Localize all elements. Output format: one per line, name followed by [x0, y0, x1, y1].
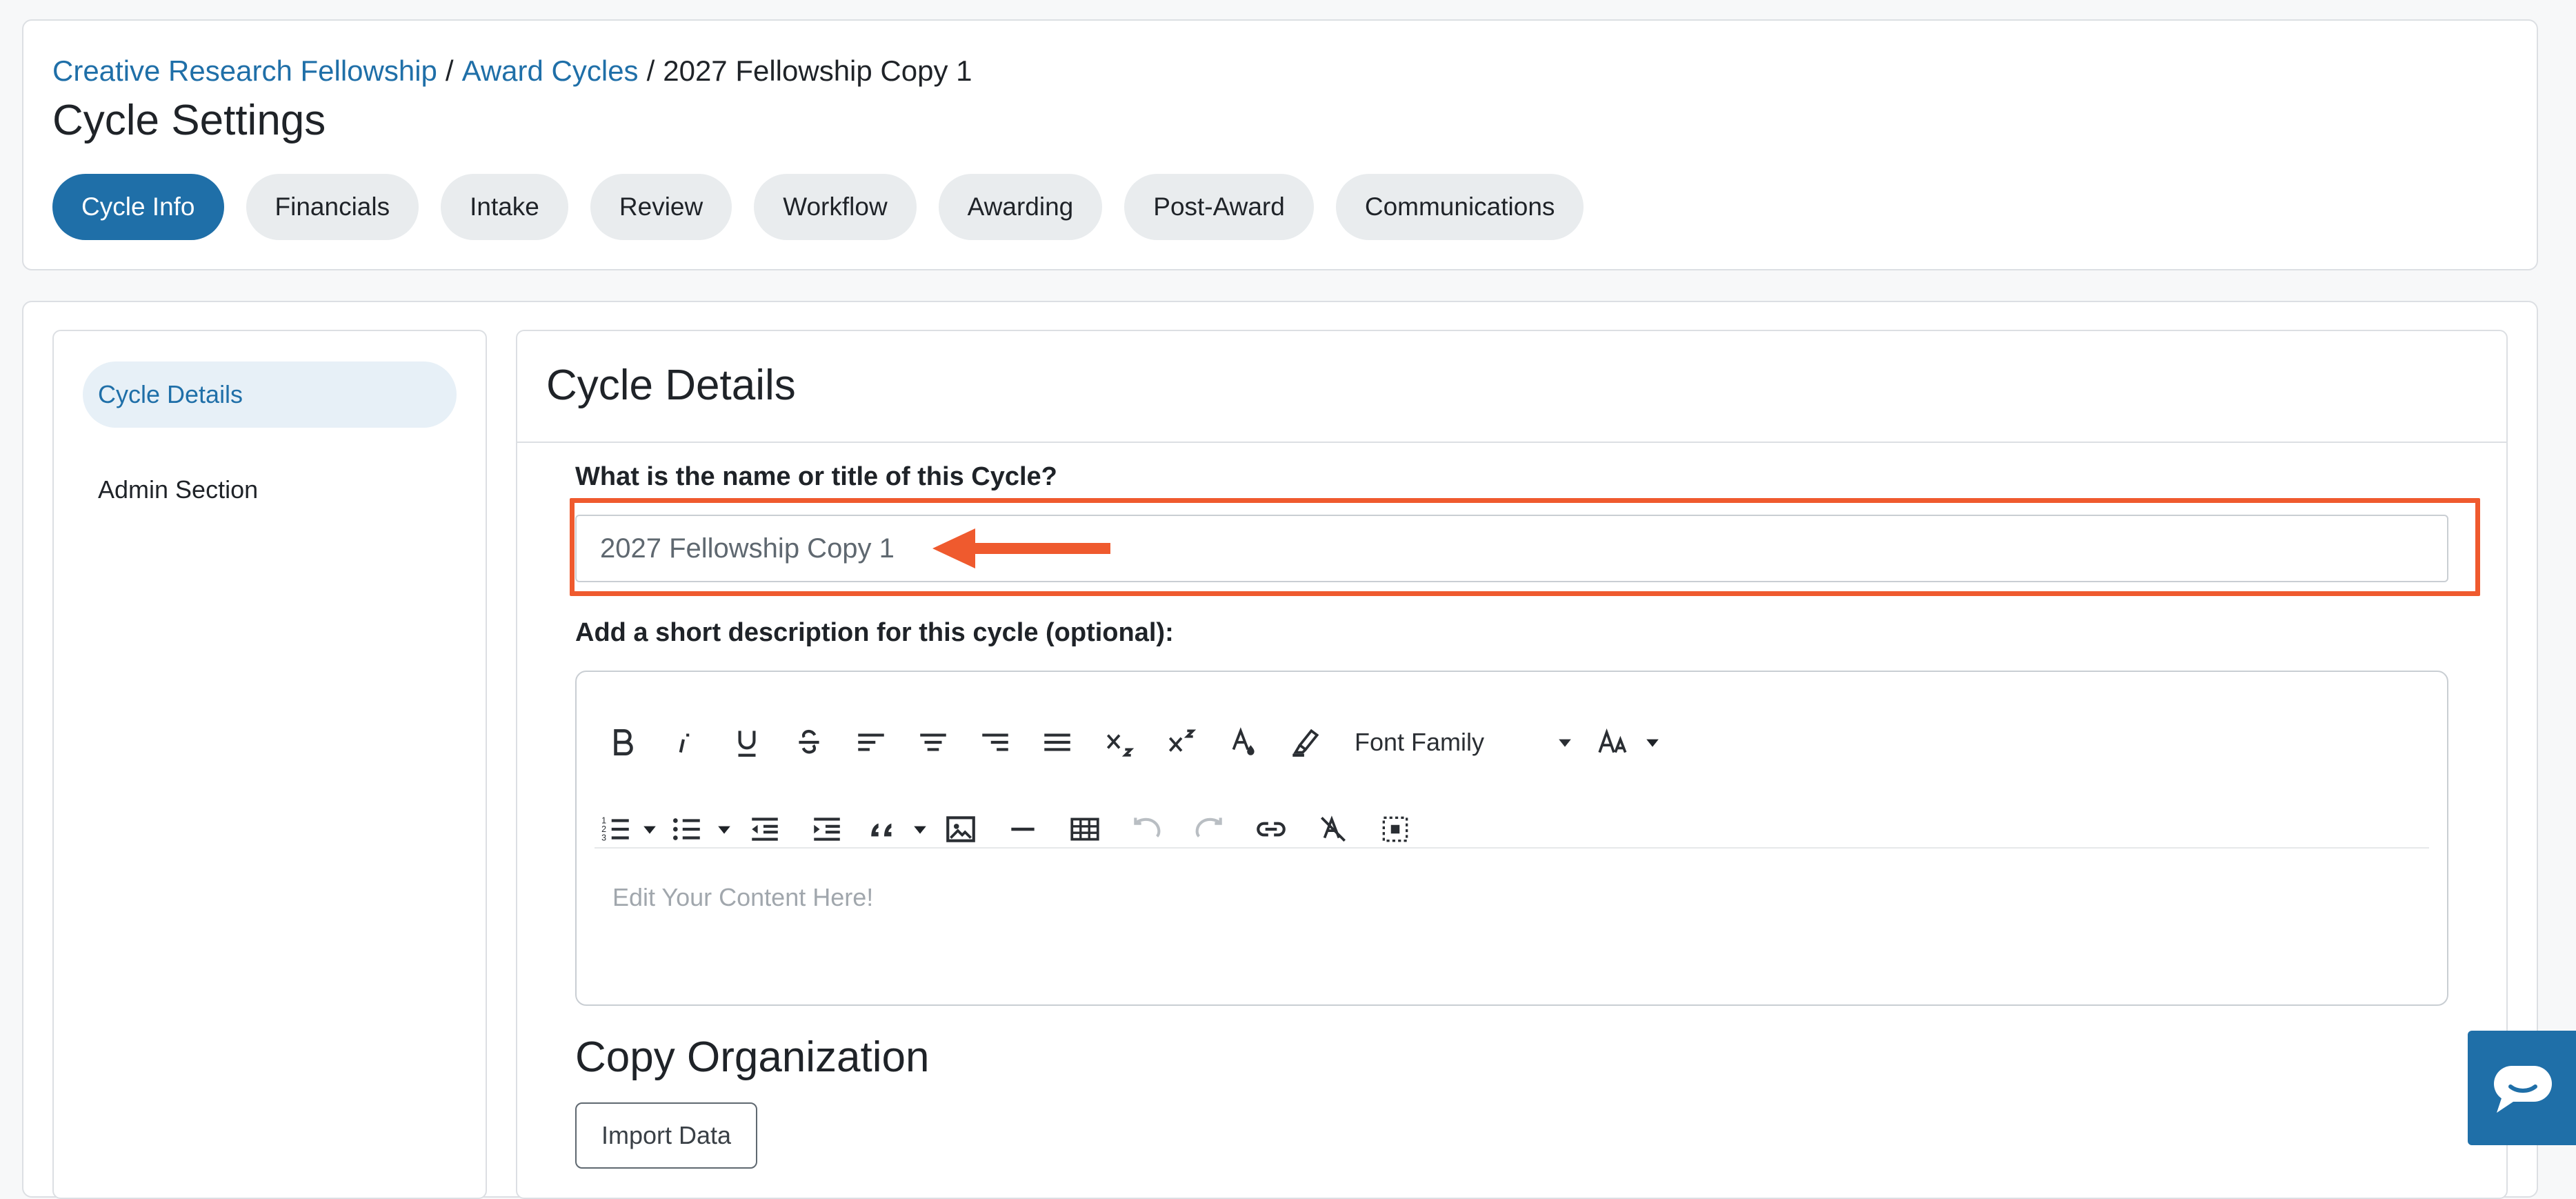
sidebar-item-cycle-details[interactable]: Cycle Details: [83, 361, 457, 428]
chat-icon: [2494, 1066, 2552, 1113]
tab-financials[interactable]: Financials: [246, 174, 419, 240]
sidebar-item-admin-section[interactable]: Admin Section: [83, 457, 457, 523]
superscript-icon[interactable]: [1150, 713, 1212, 771]
undo-icon[interactable]: [1116, 800, 1178, 858]
clear-formatting-icon[interactable]: [1302, 800, 1364, 858]
outdent-icon[interactable]: [734, 800, 796, 858]
text-color-icon[interactable]: [1212, 713, 1275, 771]
editor-toolbar-row-1: Font Family: [592, 713, 1662, 771]
align-right-icon[interactable]: [964, 713, 1026, 771]
align-left-icon[interactable]: [840, 713, 902, 771]
highlight-box: [570, 498, 2480, 596]
breadcrumb-separator: /: [445, 54, 454, 87]
image-icon[interactable]: [930, 800, 992, 858]
bullet-list-icon[interactable]: [659, 800, 715, 858]
redo-icon[interactable]: [1178, 800, 1240, 858]
chat-launcher-button[interactable]: [2468, 1031, 2576, 1145]
content-header: Cycle Details: [517, 331, 2506, 443]
font-family-label: Font Family: [1355, 728, 1485, 756]
rich-text-editor: Font Family 123 Edit Your Content Here!: [575, 671, 2448, 1006]
content-title: Cycle Details: [546, 361, 796, 409]
tab-cycle-info[interactable]: Cycle Info: [52, 174, 224, 240]
subscript-icon[interactable]: [1088, 713, 1150, 771]
highlight-color-icon[interactable]: [1275, 713, 1337, 771]
chevron-down-icon[interactable]: [640, 800, 659, 858]
italic-icon[interactable]: [654, 713, 716, 771]
editor-toolbar-row-2: 123: [592, 800, 1426, 858]
pointer-arrow-icon: [932, 528, 1110, 568]
breadcrumb-separator: /: [646, 54, 655, 87]
tab-intake[interactable]: Intake: [441, 174, 568, 240]
select-all-icon[interactable]: [1364, 800, 1426, 858]
description-label: Add a short description for this cycle (…: [575, 618, 1174, 647]
editor-placeholder[interactable]: Edit Your Content Here!: [612, 883, 873, 912]
breadcrumb-link-program[interactable]: Creative Research Fellowship: [52, 54, 437, 87]
page-title: Cycle Settings: [52, 97, 326, 144]
svg-text:3: 3: [601, 833, 606, 843]
tab-awarding[interactable]: Awarding: [938, 174, 1103, 240]
tab-post-award[interactable]: Post-Award: [1124, 174, 1314, 240]
underline-icon[interactable]: [716, 713, 778, 771]
chevron-down-icon[interactable]: [910, 800, 930, 858]
tab-review[interactable]: Review: [590, 174, 732, 240]
ordered-list-icon[interactable]: 123: [592, 800, 640, 858]
breadcrumb-current: 2027 Fellowship Copy 1: [663, 54, 972, 87]
quote-icon[interactable]: [858, 800, 910, 858]
link-icon[interactable]: [1240, 800, 1302, 858]
table-icon[interactable]: [1054, 800, 1116, 858]
chevron-down-icon[interactable]: [715, 800, 734, 858]
copy-organization-title: Copy Organization: [575, 1033, 930, 1081]
breadcrumb-link-award-cycles[interactable]: Award Cycles: [462, 54, 639, 87]
breadcrumb: Creative Research Fellowship / Award Cycle…: [52, 54, 972, 88]
align-center-icon[interactable]: [902, 713, 964, 771]
strikethrough-icon[interactable]: [778, 713, 840, 771]
font-family-dropdown[interactable]: Font Family: [1337, 713, 1585, 771]
align-justify-icon[interactable]: [1026, 713, 1088, 771]
tab-communications[interactable]: Communications: [1335, 174, 1584, 240]
chevron-down-icon[interactable]: [1643, 713, 1662, 771]
cycle-name-label: What is the name or title of this Cycle?: [575, 462, 1057, 491]
sidebar: Cycle Details Admin Section: [52, 330, 487, 1199]
indent-icon[interactable]: [796, 800, 858, 858]
import-data-button[interactable]: Import Data: [575, 1102, 757, 1169]
bold-icon[interactable]: [592, 713, 654, 771]
horizontal-line-icon[interactable]: [992, 800, 1054, 858]
font-size-icon[interactable]: [1585, 713, 1643, 771]
chevron-down-icon: [1559, 739, 1571, 747]
settings-tabs: Cycle Info Financials Intake Review Work…: [52, 174, 1584, 240]
tab-workflow[interactable]: Workflow: [754, 174, 917, 240]
toolbar-divider: [595, 847, 2429, 849]
